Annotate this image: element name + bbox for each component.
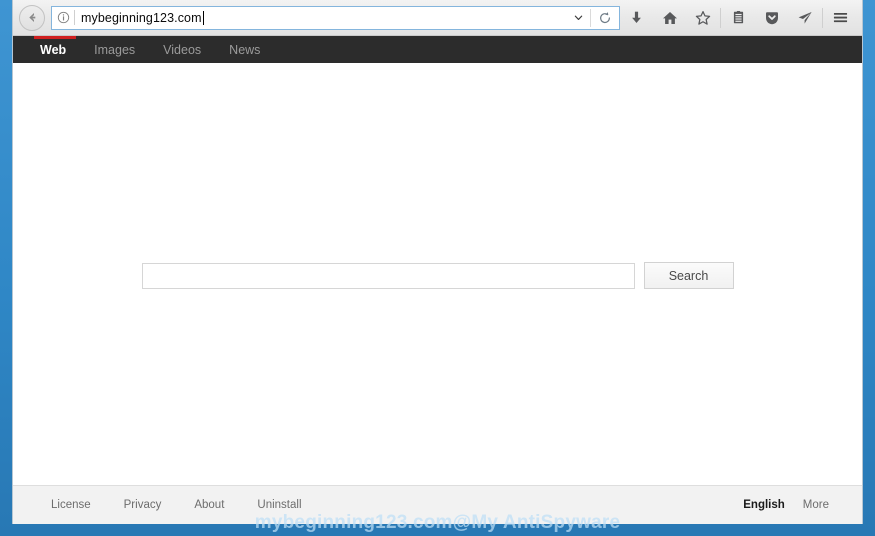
text-caret — [202, 10, 204, 25]
url-input[interactable]: mybeginning123.com — [75, 10, 566, 25]
site-navigation-bar: Web Images Videos News — [13, 36, 862, 63]
back-arrow-icon — [28, 13, 35, 22]
nav-tab-videos-label: Videos — [163, 42, 202, 57]
nav-tab-news[interactable]: News — [215, 36, 274, 63]
pocket-icon[interactable] — [755, 4, 788, 32]
back-button[interactable] — [19, 4, 45, 31]
search-button[interactable]: Search — [643, 262, 734, 289]
search-section: Search — [13, 63, 862, 485]
library-icon[interactable] — [722, 4, 755, 32]
home-icon[interactable] — [653, 4, 686, 32]
nav-tab-web[interactable]: Web — [30, 36, 80, 63]
send-page-icon[interactable] — [788, 4, 821, 32]
footer-links: License Privacy About Uninstall — [51, 499, 302, 511]
language-selector[interactable]: English — [743, 499, 785, 511]
nav-tab-news-label: News — [229, 42, 261, 57]
site-footer: License Privacy About Uninstall English … — [13, 485, 862, 524]
toolbar-separator — [720, 7, 721, 28]
footer-link-license[interactable]: License — [51, 499, 91, 511]
search-input[interactable] — [141, 262, 635, 289]
chevron-down-icon[interactable] — [566, 12, 590, 23]
nav-tab-images-label: Images — [94, 42, 136, 57]
search-row: Search — [141, 262, 734, 289]
nav-tab-web-label: Web — [40, 42, 67, 57]
bookmark-star-icon[interactable] — [686, 4, 719, 32]
toolbar-icon-group — [620, 0, 857, 35]
more-link[interactable]: More — [803, 499, 829, 511]
browser-window: mybeginning123.com Web Images Videos New… — [12, 0, 863, 524]
nav-tab-videos[interactable]: Videos — [149, 36, 215, 63]
menu-icon[interactable] — [824, 4, 857, 32]
downloads-icon[interactable] — [620, 4, 653, 32]
footer-link-uninstall[interactable]: Uninstall — [257, 499, 301, 511]
info-icon[interactable] — [52, 11, 74, 24]
desktop-background: mybeginning123.com Web Images Videos New… — [0, 0, 875, 536]
browser-toolbar: mybeginning123.com — [13, 0, 862, 36]
footer-link-privacy[interactable]: Privacy — [124, 499, 162, 511]
toolbar-separator-2 — [822, 7, 823, 28]
footer-options: English More — [725, 499, 829, 511]
url-text: mybeginning123.com — [81, 10, 202, 25]
reload-icon[interactable] — [591, 11, 619, 25]
url-bar[interactable]: mybeginning123.com — [51, 5, 620, 30]
footer-link-about[interactable]: About — [194, 499, 224, 511]
nav-tab-images[interactable]: Images — [80, 36, 149, 63]
page-content: Web Images Videos News Search License Pr… — [13, 36, 862, 524]
